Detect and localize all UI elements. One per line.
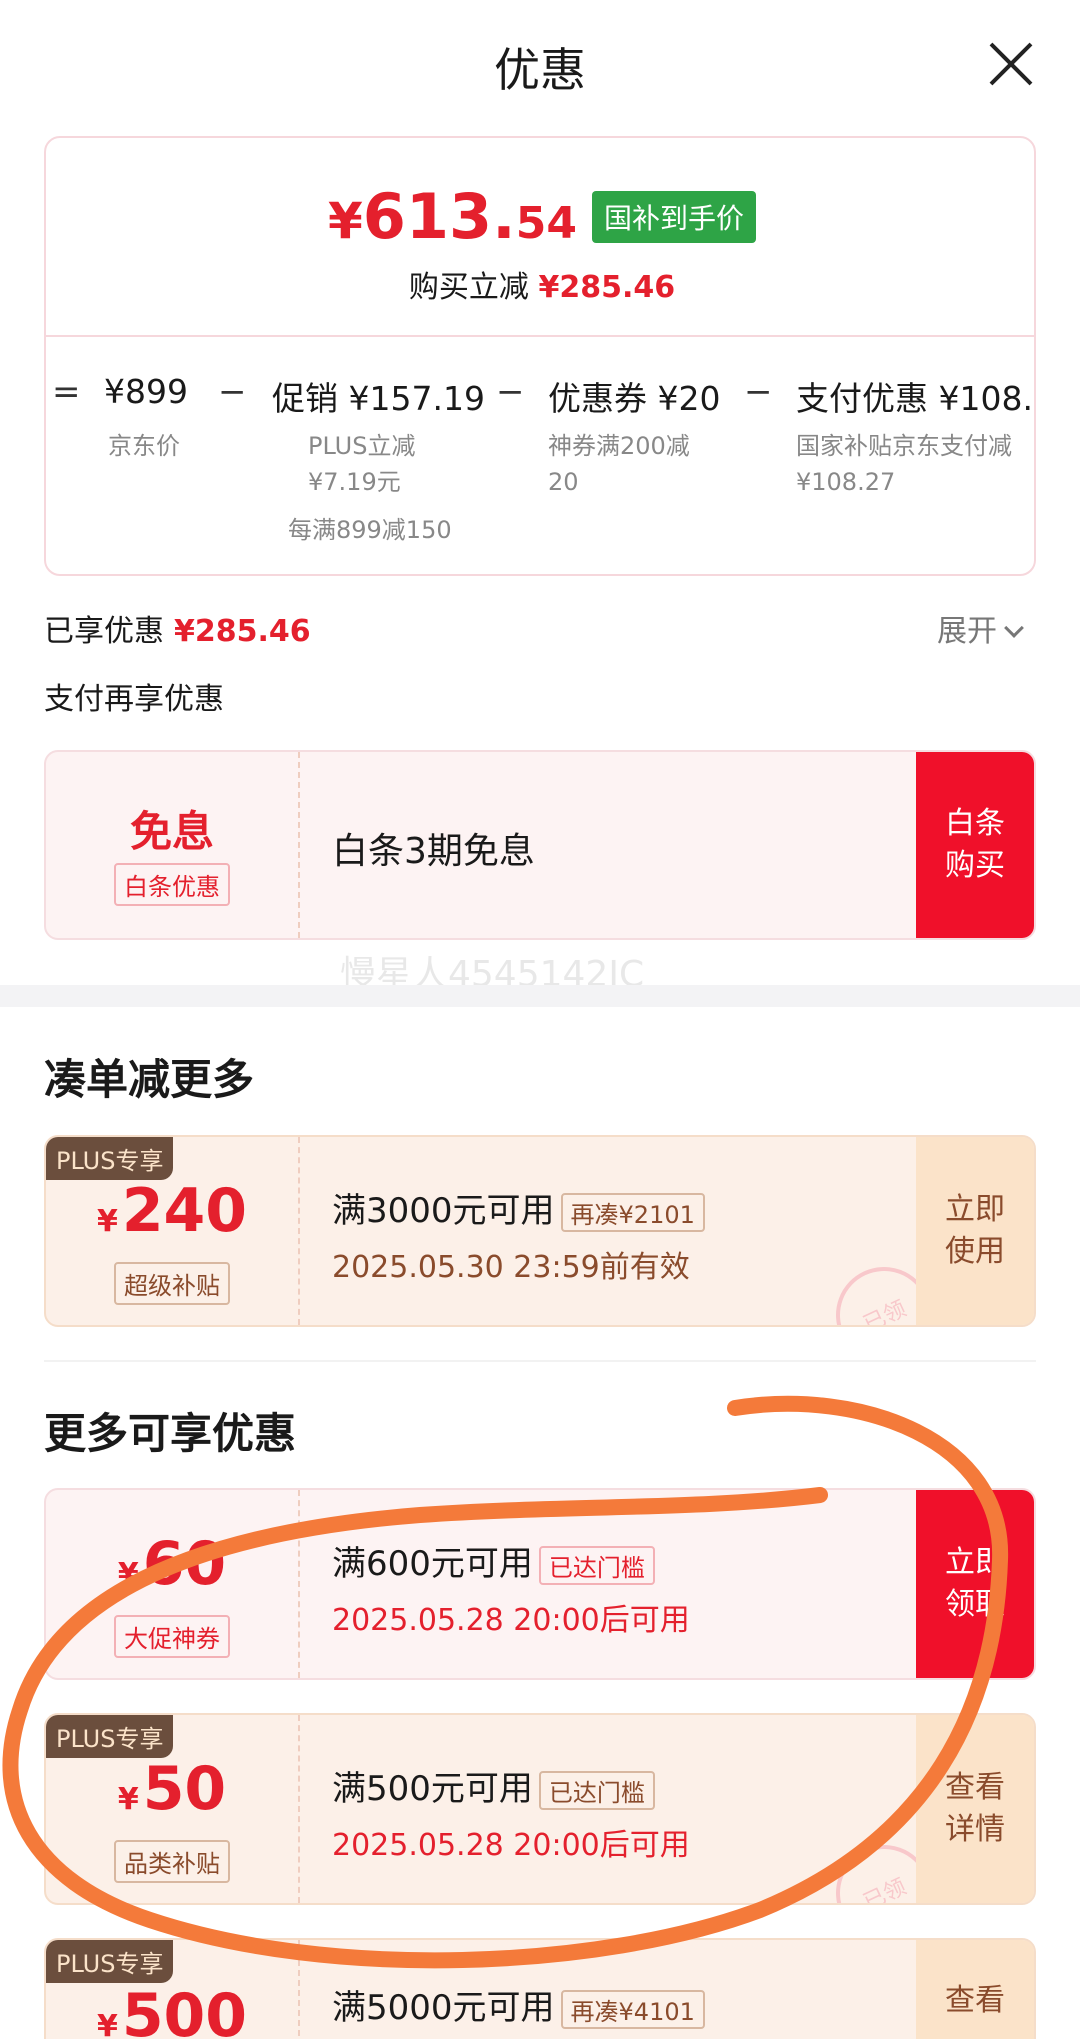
claim-now-button[interactable]: 立即 领取 — [916, 1490, 1034, 1678]
coupon-amount: ¥50 — [117, 1754, 227, 1824]
instant-discount-value: ¥285.46 — [538, 270, 676, 305]
section-divider — [44, 1360, 1036, 1362]
view-details-line1: 查看 — [945, 1983, 1005, 2018]
coupon-value-area: ¥500 — [46, 1940, 298, 2039]
price-breakdown: = ¥899 京东价 − 促销 ¥157.19 PLUS立减 ¥7.19元 每满… — [46, 360, 1034, 560]
card-divider — [298, 1490, 300, 1678]
coupon-validity: 2025.05.28 20:00后可用 — [332, 1603, 690, 1638]
use-now-line1: 立即 — [945, 1192, 1005, 1227]
view-details-button[interactable]: 查看 — [916, 1940, 1034, 2039]
coupon-validity: 2025.05.28 20:00后可用 — [332, 1828, 690, 1863]
use-now-button[interactable]: 立即 使用 — [916, 1137, 1034, 1325]
coupon-amount: ¥240 — [96, 1176, 248, 1246]
coupon-condition: 满5000元可用 — [332, 1988, 555, 2028]
close-icon[interactable] — [985, 38, 1037, 90]
sheet-title: 优惠 — [494, 43, 586, 97]
section-title-more-offers: 更多可享优惠 — [44, 1409, 297, 1458]
breakdown-coupon-note: 20 — [548, 468, 579, 496]
coupon-type-label: 大促神券 — [114, 1615, 230, 1658]
enjoyed-value: ¥285.46 — [174, 614, 311, 649]
breakdown-payment-note: ¥108.27 — [796, 468, 896, 496]
chevron-down-icon — [1004, 618, 1024, 638]
final-price-row: ¥613.54 国补到手价 — [46, 180, 1034, 253]
coupon-condition: 满500元可用 — [332, 1769, 533, 1809]
card-divider — [298, 1137, 300, 1325]
claim-now-line2: 领取 — [945, 1587, 1005, 1622]
baitiao-offer-tag: 白条优惠 — [114, 863, 230, 906]
baitiao-description: 白条3期免息 — [332, 831, 535, 872]
breakdown-promotion: 促销 ¥157.19 — [272, 379, 485, 418]
coupon-amount: ¥60 — [117, 1529, 227, 1599]
minus-sign: − — [744, 372, 773, 412]
coupon-card: PLUS专享 ¥500 满5000元可用 再凑¥4101 查看 — [44, 1938, 1036, 2039]
sheet-header: 优惠 — [0, 0, 1080, 130]
baitiao-offer-card: 免息 白条优惠 白条3期免息 白条购买 — [44, 750, 1036, 940]
expand-button[interactable]: 展开 — [937, 606, 1024, 650]
coupon-info: 满600元可用 已达门槛 2025.05.28 20:00后可用 — [332, 1536, 690, 1639]
enjoyed-discount: 已享优惠 ¥285.46 — [44, 606, 311, 650]
minus-sign: − — [218, 372, 247, 412]
coupon-type-label: 品类补贴 — [114, 1840, 230, 1883]
breakdown-promotion-note: PLUS立减 — [308, 432, 416, 460]
minus-sign: − — [496, 372, 525, 412]
card-divider — [298, 752, 300, 938]
coupon-value-area: ¥50 品类补贴 — [46, 1715, 298, 1903]
view-details-button[interactable]: 查看 详情 — [916, 1715, 1034, 1903]
coupon-card: PLUS专享 ¥240 超级补贴 满3000元可用 再凑¥2101 2025.05… — [44, 1135, 1036, 1327]
summary-divider — [46, 335, 1034, 337]
coupon-amount: ¥500 — [96, 1981, 248, 2039]
coupon-condition: 满3000元可用 — [332, 1191, 555, 1231]
coupon-card: ¥60 大促神券 满600元可用 已达门槛 2025.05.28 20:00后可用… — [44, 1488, 1036, 1680]
breakdown-list-price: ¥899 — [104, 372, 188, 411]
breakdown-promotion-note: 每满899减150 — [288, 516, 452, 544]
claim-now-line1: 立即 — [945, 1545, 1005, 1580]
enjoyed-label: 已享优惠 — [44, 614, 164, 649]
section-title-combine-order: 凑单减更多 — [44, 1055, 255, 1104]
baitiao-buy-button[interactable]: 白条 购买 — [916, 752, 1034, 938]
coupon-gap-chip: 再凑¥2101 — [560, 1193, 705, 1232]
card-divider — [298, 1940, 300, 2039]
breakdown-list-price-note: 京东价 — [108, 432, 180, 460]
card-divider — [298, 1715, 300, 1903]
coupon-info: 满500元可用 已达门槛 2025.05.28 20:00后可用 — [332, 1761, 690, 1864]
breakdown-coupon-note: 神券满200减 — [548, 432, 690, 460]
coupon-info: 满3000元可用 再凑¥2101 2025.05.30 23:59前有效 — [332, 1183, 705, 1286]
baitiao-buy-line2: 购买 — [945, 848, 1005, 883]
coupon-gap-chip: 再凑¥4101 — [560, 1990, 705, 2029]
final-price: ¥613.54 — [327, 180, 577, 253]
threshold-met-chip: 已达门槛 — [538, 1546, 655, 1585]
coupon-value-area: ¥240 超级补贴 — [46, 1137, 298, 1325]
view-details-line2: 详情 — [945, 1812, 1005, 1847]
coupon-value-area: ¥60 大促神券 — [46, 1490, 298, 1678]
coupon-type-label: 超级补贴 — [114, 1262, 230, 1305]
price-summary-card: ¥613.54 国补到手价 购买立减 ¥285.46 = ¥899 京东价 − … — [44, 136, 1036, 576]
view-details-line1: 查看 — [945, 1770, 1005, 1805]
expand-label: 展开 — [937, 614, 997, 649]
baitiao-left: 免息 白条优惠 — [46, 752, 298, 938]
equals-sign: = — [52, 372, 81, 412]
use-now-line2: 使用 — [945, 1234, 1005, 1269]
breakdown-coupon: 优惠券 ¥20 — [548, 379, 721, 418]
section-separator — [0, 985, 1080, 1007]
interest-free-title: 免息 — [129, 807, 214, 856]
instant-discount-label: 购买立减 — [408, 270, 529, 305]
baitiao-buy-line1: 白条 — [945, 806, 1005, 841]
instant-discount-row: 购买立减 ¥285.46 — [46, 262, 1034, 306]
coupon-condition: 满600元可用 — [332, 1544, 533, 1584]
breakdown-promotion-note: ¥7.19元 — [308, 468, 401, 496]
coupon-validity: 2025.05.30 23:59前有效 — [332, 1250, 690, 1285]
breakdown-payment-note: 国家补贴京东支付减 — [796, 432, 1012, 460]
coupon-card: PLUS专享 ¥50 品类补贴 满500元可用 已达门槛 2025.05.28 2… — [44, 1713, 1036, 1905]
threshold-met-chip: 已达门槛 — [538, 1771, 655, 1810]
pay-again-label: 支付再享优惠 — [44, 682, 224, 717]
subsidy-price-tag: 国补到手价 — [592, 190, 757, 243]
breakdown-payment: 支付优惠 ¥108.27 — [796, 379, 1034, 418]
coupon-info: 满5000元可用 再凑¥4101 — [332, 1980, 705, 2029]
